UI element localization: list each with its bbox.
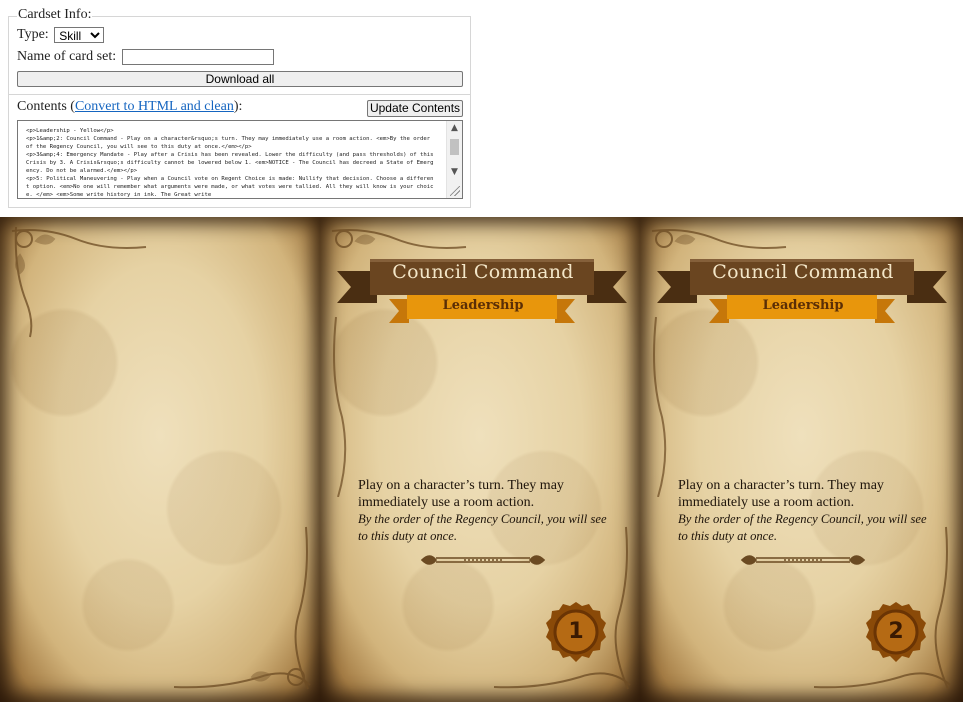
card-subtitle: Leadership <box>442 298 524 313</box>
contents-textarea-text[interactable]: <p>Leadership - Yellow</p> <p>1&amp;2: C… <box>26 127 434 198</box>
card-back <box>0 217 320 702</box>
download-all-button[interactable]: Download all <box>17 71 463 87</box>
convert-to-html-link[interactable]: Convert to HTML and clean <box>75 99 234 114</box>
scrollbar-thumb[interactable] <box>450 139 459 155</box>
type-select[interactable]: Skill <box>54 27 105 43</box>
card-body: Play on a character’s turn. They may imm… <box>678 477 928 545</box>
name-row: Name of card set: <box>17 49 274 65</box>
card-title: Council Command <box>712 261 894 283</box>
wax-seal-icon: 1 <box>544 600 608 664</box>
card-flavor-text: By the order of the Regency Council, you… <box>358 512 607 543</box>
contents-textarea[interactable]: <p>Leadership - Yellow</p> <p>1&amp;2: C… <box>17 120 463 199</box>
resize-grip-icon[interactable] <box>450 186 460 196</box>
card-flavor-text: By the order of the Regency Council, you… <box>678 512 927 543</box>
type-label: Type: <box>17 27 49 43</box>
update-contents-button[interactable]: Update Contents <box>367 100 463 117</box>
flourish-divider-icon <box>740 551 866 574</box>
card-text: Play on a character’s turn. They may imm… <box>358 478 564 510</box>
panel-divider <box>8 94 471 95</box>
type-row: Type: Skill <box>17 27 105 43</box>
side-ornament-icon <box>326 317 356 497</box>
contents-label-prefix: Contents ( <box>17 99 75 114</box>
flourish-divider-icon <box>420 551 546 574</box>
card-front: Council Command Leadership Play on a cha… <box>320 217 640 702</box>
name-label: Name of card set: <box>17 49 117 65</box>
scroll-up-arrow-icon[interactable]: ▲ <box>447 121 462 135</box>
card-number: 2 <box>888 619 904 644</box>
corner-ornament-icon <box>6 221 156 341</box>
contents-label-suffix: ): <box>233 99 243 114</box>
card-body: Play on a character’s turn. They may imm… <box>358 477 608 545</box>
card-text: Play on a character’s turn. They may imm… <box>678 478 884 510</box>
side-ornament-icon <box>646 317 676 497</box>
card-title: Council Command <box>392 261 574 283</box>
corner-ornament-icon <box>170 517 315 697</box>
scroll-down-arrow-icon[interactable]: ▼ <box>447 165 462 179</box>
contents-row: Contents (Convert to HTML and clean): <box>17 99 242 115</box>
name-input[interactable] <box>121 49 274 65</box>
card-front: Council Command Leadership Play on a cha… <box>640 217 963 702</box>
wax-seal-icon: 2 <box>864 600 928 664</box>
card-preview-strip: Council Command Leadership Play on a cha… <box>0 217 963 702</box>
card-number: 1 <box>568 619 584 644</box>
cardset-info-legend: Cardset Info: <box>17 7 93 23</box>
card-subtitle: Leadership <box>762 298 844 313</box>
